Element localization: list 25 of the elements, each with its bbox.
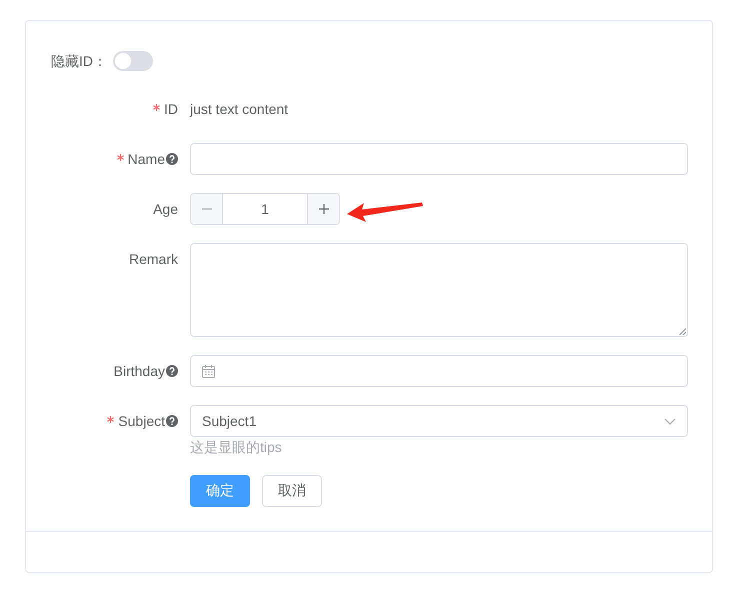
toggle-label: 隐藏ID： bbox=[50, 52, 107, 71]
textarea-field[interactable] bbox=[190, 243, 688, 337]
number-input[interactable]: 1 bbox=[190, 193, 340, 225]
help-icon[interactable] bbox=[166, 365, 178, 377]
cancel-button[interactable]: 取消 bbox=[262, 475, 322, 507]
decrement-button[interactable] bbox=[191, 194, 223, 224]
number-value[interactable]: 1 bbox=[223, 194, 307, 224]
plus-icon bbox=[318, 203, 330, 215]
field-label: Name bbox=[128, 150, 165, 168]
help-icon[interactable] bbox=[166, 153, 178, 165]
field-label: Remark bbox=[128, 250, 178, 268]
field-label: Birthday bbox=[114, 362, 165, 380]
field-value: just text content bbox=[190, 100, 288, 119]
calendar-icon bbox=[202, 364, 215, 378]
help-icon[interactable] bbox=[166, 415, 178, 427]
date-field[interactable] bbox=[190, 355, 688, 387]
field-label: ID bbox=[164, 100, 178, 118]
resize-grip-icon[interactable] bbox=[679, 328, 686, 335]
tip-text: 这是显眼的tips bbox=[190, 438, 282, 457]
field-label: Age bbox=[153, 200, 178, 218]
select-field[interactable]: Subject1 bbox=[190, 405, 688, 437]
toggle-switch[interactable] bbox=[113, 51, 153, 71]
increment-button[interactable] bbox=[307, 194, 339, 224]
field-label: Subject bbox=[118, 412, 165, 430]
input-field[interactable] bbox=[190, 143, 688, 175]
